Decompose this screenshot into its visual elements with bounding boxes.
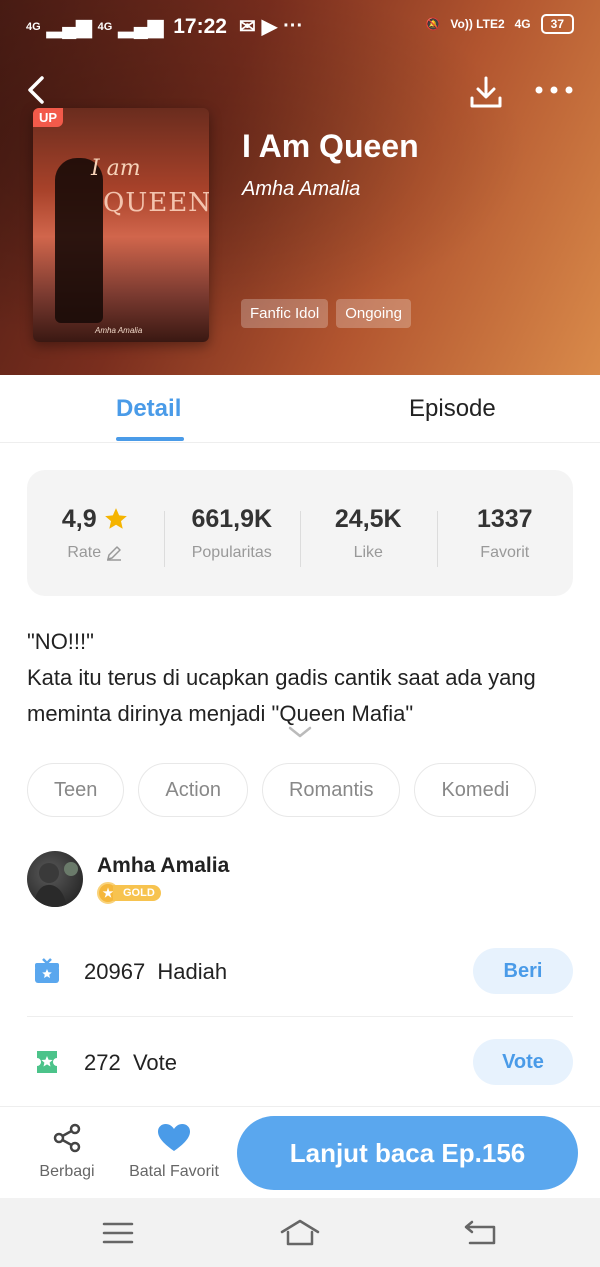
gift-icon [35,958,59,983]
download-button[interactable] [468,74,504,110]
book-title: I Am Queen [242,128,419,164]
tag-status: Ongoing [336,299,411,328]
nav-home-button[interactable] [280,1218,320,1248]
book-author[interactable]: Amha Amalia [242,178,360,201]
expand-synopsis-button[interactable] [286,724,314,740]
tab-episode[interactable]: Episode [409,395,496,423]
stat-popularity: 661,9K Popularitas [163,504,301,567]
network-indicator-2: 4G [97,20,113,33]
rate-value: 4,9 [61,504,97,533]
stats-card: 4,9 Rate 661,9K Popularitas 24,5K Like 1… [27,470,573,596]
popularity-value: 661,9K [191,504,273,533]
book-cover[interactable]: I am QUEEN Amha Amalia UP [33,108,209,342]
unfavorite-button[interactable]: Batal Favorit [124,1121,224,1181]
genre-komedi[interactable]: Komedi [414,763,537,817]
download-icon [470,76,502,108]
share-icon [53,1123,81,1153]
share-button[interactable]: Berbagi [37,1121,97,1181]
more-options-button[interactable] [534,80,574,100]
tab-detail[interactable]: Detail [116,395,181,423]
like-label: Like [353,543,383,561]
genre-list: Teen Action Romantis Komedi [27,763,537,817]
home-icon [280,1219,320,1246]
favorite-label: Favorit [480,543,530,561]
gift-row: 20967 Hadiah Beri [27,927,573,1017]
network-indicator-right: 4G [514,17,531,31]
signal-icon-2: ▂▄▆ [118,16,164,38]
stat-favorite: 1337 Favorit [436,504,574,567]
bottom-action-bar: Berbagi Batal Favorit Lanjut baca Ep.156 [0,1106,600,1198]
mute-bell-icon: 🔕 [425,17,441,31]
gift-label: Hadiah [157,959,228,984]
cover-figure [55,158,103,323]
chevron-down-icon [288,726,312,738]
synopsis-line-2: Kata itu terus di ucapkan gadis cantik s… [27,665,536,726]
network-indicator-1: 4G [26,20,41,33]
cover-title-main: QUEEN [103,188,209,218]
continue-reading-button[interactable]: Lanjut baca Ep.156 [237,1116,578,1190]
clock: 17:22 [173,14,227,38]
nav-back-button[interactable] [462,1218,502,1248]
play-icon: ▶ [261,16,278,38]
ticket-icon [37,1051,57,1073]
more-dots-icon [535,86,573,94]
book-tags: Fanfic Idol Ongoing [241,299,411,328]
genre-action[interactable]: Action [138,763,248,817]
chevron-left-icon [28,76,44,104]
avatar-image [33,862,78,907]
volte-indicator: Vo)) LTE2 [450,17,505,31]
synopsis-line-1: "NO!!!" [27,629,94,654]
pencil-icon [107,545,122,561]
like-value: 24,5K [334,504,402,533]
favorite-value: 1337 [476,504,533,533]
tab-bar: Detail Episode [0,375,600,443]
author-level-badge: ★ GOLD [97,882,161,904]
nav-menu-button[interactable] [98,1218,138,1248]
cover-title: I am [91,156,141,181]
vote-row: 272 Vote Vote [27,1018,573,1108]
author-name[interactable]: Amha Amalia [97,854,229,878]
system-nav-bar [0,1198,600,1267]
heart-icon [158,1124,190,1151]
signal-icon: ▂▄▆ [46,16,92,38]
vote-label: Vote [132,1050,177,1075]
battery-indicator: 37 [540,14,574,34]
stat-rate[interactable]: 4,9 Rate [27,505,164,562]
rate-label: Rate [67,543,102,561]
give-gift-button[interactable]: Beri [473,948,573,994]
author-level-label: GOLD [113,885,161,901]
active-tab-indicator [116,437,184,441]
synopsis[interactable]: "NO!!!" Kata itu terus di ucapkan gadis … [27,624,577,732]
gift-count: 20967 [84,959,146,984]
genre-romantis[interactable]: Romantis [261,763,401,817]
stat-like: 24,5K Like [300,504,437,567]
mail-icon: ✉ [238,16,256,38]
genre-teen[interactable]: Teen [27,763,125,817]
cover-author: Amha Amalia [95,326,143,335]
avatar[interactable] [27,851,83,907]
popularity-label: Popularitas [191,543,272,561]
return-icon [464,1220,496,1245]
vote-button[interactable]: Vote [473,1039,573,1085]
book-header: 4G ▂▄▆ 4G ▂▄▆ 17:22 ✉ ▶ ··· 🔕 Vo)) LTE2 … [0,0,600,375]
more-notifications-icon: ··· [283,15,304,37]
update-badge: UP [33,108,64,127]
share-label: Berbagi [39,1163,95,1180]
back-button[interactable] [24,72,54,108]
status-bar: 4G ▂▄▆ 4G ▂▄▆ 17:22 ✉ ▶ ··· 🔕 Vo)) LTE2 … [0,0,600,52]
favorite-label: Batal Favorit [129,1163,219,1180]
tag-fanfic-idol[interactable]: Fanfic Idol [241,299,329,328]
star-icon [104,508,127,529]
vote-count: 272 [84,1050,121,1075]
menu-icon [102,1222,134,1244]
